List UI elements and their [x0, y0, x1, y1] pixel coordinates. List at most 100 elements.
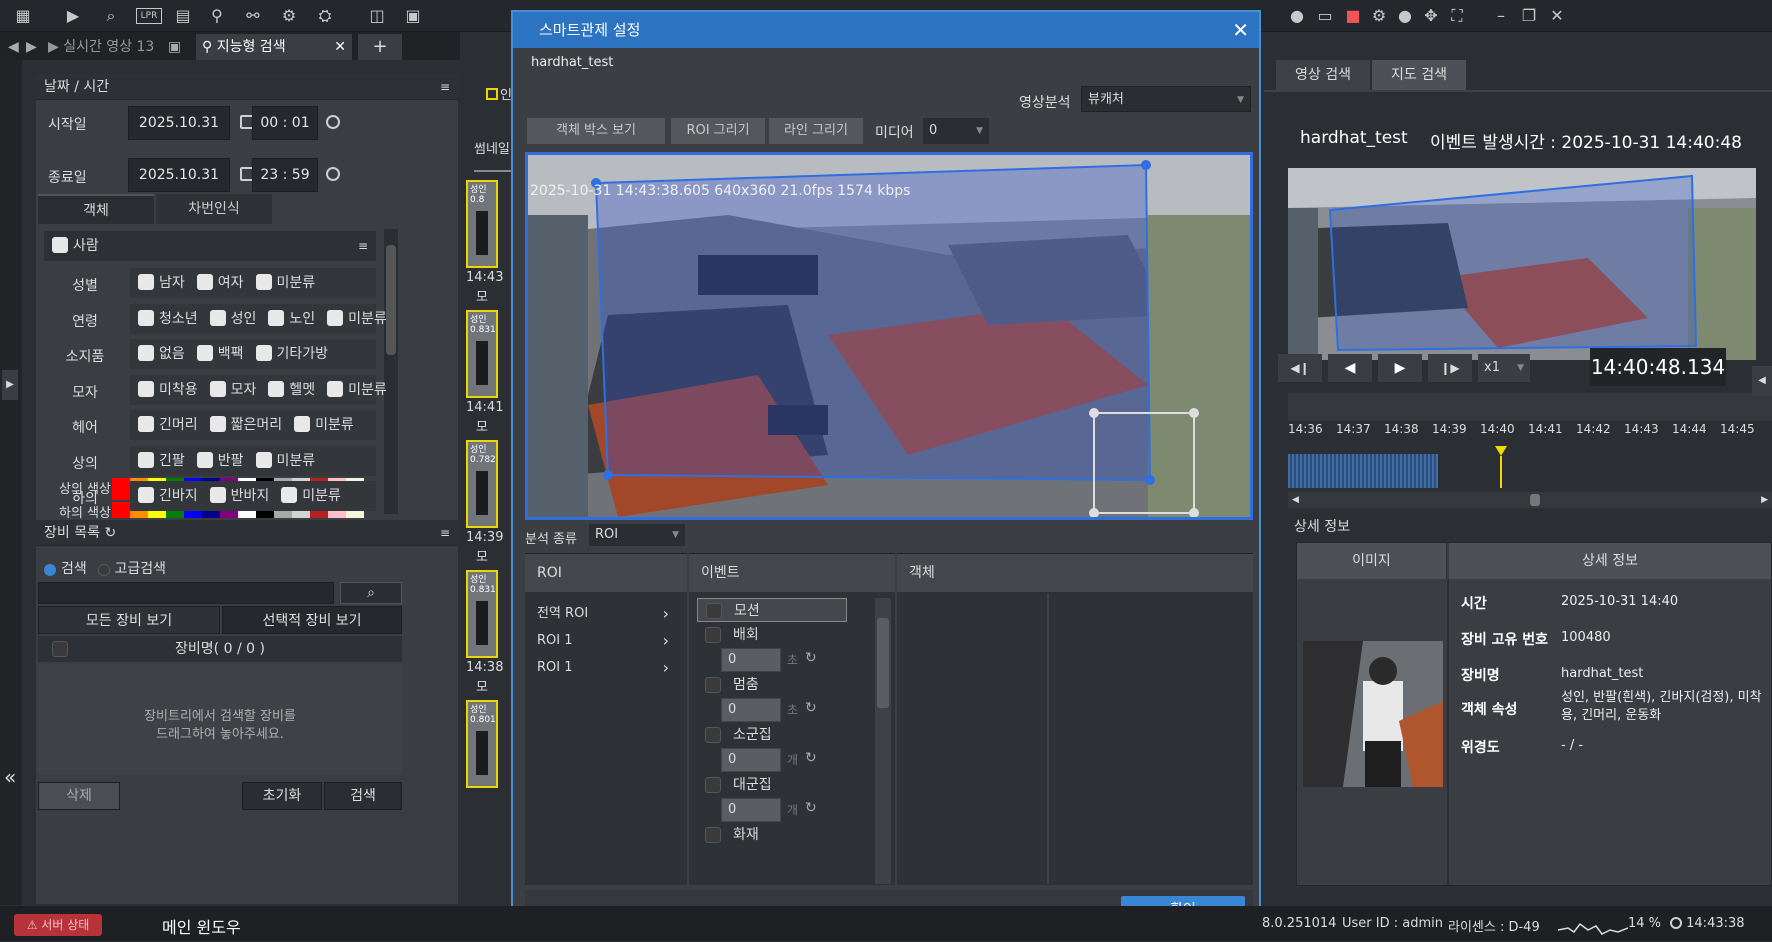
alarm-icon[interactable]: ■ [1342, 5, 1364, 27]
checkbox[interactable] [209, 487, 226, 503]
event-threshold-input[interactable]: 0 [721, 648, 781, 672]
play-icon[interactable]: ▶ [62, 5, 84, 27]
attr-option[interactable]: 여자 [196, 274, 244, 291]
fullscreen-icon[interactable]: ⛶ [1446, 5, 1468, 27]
attr-option[interactable]: 백팩 [196, 345, 244, 362]
search-radio[interactable]: 검색 [44, 558, 87, 578]
attr-option[interactable]: 모자 [209, 380, 256, 398]
attr-option[interactable]: 미분류 [327, 309, 387, 327]
attr-option[interactable]: 긴팔 [138, 451, 185, 469]
attr-option[interactable]: 반바지 [209, 487, 269, 504]
person-search-icon[interactable]: ⚲ [206, 5, 228, 27]
event-thumbnail[interactable]: 성인 0.831 [466, 570, 498, 658]
layout-icon[interactable]: ◫ [366, 5, 388, 27]
event-threshold-input[interactable]: 0 [721, 748, 781, 772]
checkbox[interactable] [196, 451, 213, 468]
checkbox[interactable] [327, 380, 344, 397]
checkbox[interactable] [138, 487, 154, 503]
analysis-type-select[interactable]: ROI ▼ [589, 524, 685, 546]
media-select[interactable]: 0 ▼ [923, 118, 989, 144]
menu-icon[interactable]: ≡ [358, 231, 368, 261]
video-preview[interactable]: 2025-10-31 14:43:38.605 640x360 21.0fps … [525, 152, 1253, 520]
tab-close-icon[interactable]: ✕ [334, 34, 346, 60]
move-icon[interactable]: ✥ [1420, 5, 1442, 27]
reverse-play-icon[interactable]: ◀ [1328, 354, 1372, 382]
lpr-icon[interactable]: LPR [136, 8, 162, 24]
event-thumbnail[interactable]: 성인 0.831 [466, 310, 498, 398]
speed-select[interactable]: x1 ▼ [1478, 354, 1530, 382]
tab-video-search[interactable]: 영상 검색 [1276, 60, 1370, 90]
checkbox[interactable] [138, 451, 154, 468]
checkbox[interactable] [255, 274, 272, 290]
device-search-input[interactable] [38, 582, 334, 604]
checkbox[interactable] [281, 487, 298, 503]
event-item[interactable]: 화재 [697, 823, 847, 847]
left-expand-icon[interactable]: ▶ [2, 370, 18, 400]
tab-map-search[interactable]: 지도 검색 [1372, 60, 1466, 90]
attr-option[interactable]: 헬멧 [268, 380, 315, 398]
tab-close-icon[interactable]: ▣ [162, 34, 182, 60]
tab-object[interactable]: 객체 [38, 194, 154, 224]
attr-option[interactable]: 없음 [138, 345, 185, 362]
car-search-icon[interactable]: ⛭ [314, 5, 336, 27]
attr-option[interactable]: 긴머리 [138, 416, 198, 433]
event-item[interactable]: 대군집 [697, 773, 847, 797]
search-video-icon[interactable]: ⌕ [100, 5, 122, 27]
event-thumbnail[interactable]: 성인 0.801 [466, 700, 498, 788]
reset-button[interactable]: 초기화 [242, 782, 322, 810]
clock-icon[interactable] [326, 115, 340, 133]
tab-prev-icon[interactable]: ◀ [2, 34, 19, 60]
event-scrollbar[interactable] [875, 598, 891, 884]
attr-option[interactable]: 성인 [209, 309, 256, 327]
select-all-icon[interactable] [486, 88, 498, 100]
camera-list-icon[interactable]: ▤ [172, 5, 194, 27]
event-thumbnail[interactable]: 성인 0.782 [466, 440, 498, 528]
event-item[interactable]: 멈춤 [697, 673, 847, 697]
person-category[interactable]: 사람 ≡ [44, 231, 376, 261]
server-status-button[interactable]: ⚠ 서버 상태 [14, 914, 102, 936]
timeline-scrollbar[interactable]: ◀ ▶ [1288, 492, 1772, 508]
attr-option[interactable]: 청소년 [138, 309, 198, 327]
reset-icon[interactable]: ↻ [805, 700, 817, 716]
menu-icon[interactable]: ≡ [440, 74, 450, 100]
analysis-select[interactable]: 뷰캐처 ▼ [1081, 86, 1251, 112]
event-snapshot[interactable] [1288, 168, 1756, 360]
checkbox[interactable] [255, 345, 272, 361]
bike-icon[interactable]: ⚯ [242, 5, 264, 27]
minimize-icon[interactable]: – [1490, 5, 1512, 27]
event-item[interactable]: 소군집 [697, 723, 847, 747]
event-item[interactable]: 배회 [697, 623, 847, 647]
checkbox[interactable] [196, 274, 213, 290]
timeline-cursor[interactable] [1495, 446, 1507, 488]
roi-item[interactable]: ROI 1 › [537, 629, 677, 653]
reset-icon[interactable]: ↻ [805, 650, 817, 666]
event-thumbnail[interactable]: 성인 0.8 [466, 180, 498, 268]
refresh-icon[interactable]: ↻ [104, 525, 116, 541]
reset-icon[interactable]: ↻ [805, 750, 817, 766]
reset-icon[interactable]: ↻ [805, 800, 817, 816]
checkbox[interactable] [327, 309, 344, 326]
menu-icon[interactable]: ≡ [440, 520, 450, 546]
right-collapse-icon[interactable]: ◀ [1752, 366, 1772, 396]
event-checkbox[interactable] [705, 627, 721, 643]
close-icon[interactable]: ✕ [1232, 12, 1249, 48]
filter-scrollbar[interactable] [384, 229, 398, 514]
roi-item[interactable]: ROI 1 › [537, 656, 677, 680]
timeline-track[interactable] [1288, 393, 1772, 421]
add-tab-button[interactable]: + [358, 34, 402, 60]
attr-option[interactable]: 짧은머리 [209, 416, 282, 433]
close-icon[interactable]: ✕ [1546, 5, 1568, 27]
tab-smart-search[interactable]: ⚲ 지능형 검색 ✕ [196, 34, 352, 60]
chat-icon[interactable]: ● [1286, 5, 1308, 27]
start-date-field[interactable]: 2025.10.31 [128, 106, 230, 140]
gear-icon[interactable]: ⚙ [1368, 5, 1390, 27]
event-checkbox[interactable] [705, 827, 721, 843]
attr-option[interactable]: 남자 [138, 274, 185, 291]
attr-option[interactable]: 미분류 [255, 274, 315, 291]
checkbox[interactable] [209, 416, 226, 432]
settings-search-icon[interactable]: ⚙ [278, 5, 300, 27]
checkbox[interactable] [268, 380, 285, 397]
show-object-box-button[interactable]: 객체 박스 보기 [527, 118, 665, 144]
event-checkbox[interactable] [705, 677, 721, 693]
video-add-icon[interactable]: ▣ [402, 5, 424, 27]
